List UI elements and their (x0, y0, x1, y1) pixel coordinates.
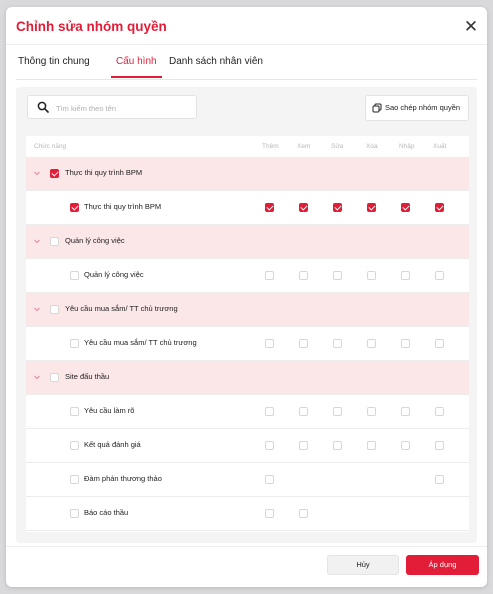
permission-checkbox-view[interactable] (299, 339, 308, 348)
table-row: Quản lý công việc (26, 259, 469, 293)
permission-checkbox-delete[interactable] (367, 271, 376, 280)
group-row: Quản lý công việc (26, 225, 469, 259)
header-export: Xuất (433, 143, 447, 150)
modal-title: Chỉnh sửa nhóm quyền (16, 19, 167, 34)
header-edit: Sửa (331, 143, 344, 150)
chevron-down-icon[interactable] (32, 304, 42, 314)
row-label: Kết quả đánh giá (84, 440, 141, 449)
permission-checkbox-edit[interactable] (333, 441, 342, 450)
row-checkbox[interactable] (70, 475, 79, 484)
group-label: Site đấu thầu (65, 372, 110, 381)
table-row: Kết quả đánh giá (26, 429, 469, 463)
row-label: Thực thi quy trình BPM (84, 202, 162, 211)
permission-checkbox-export[interactable] (435, 339, 444, 348)
permission-checkbox-import[interactable] (401, 441, 410, 450)
permission-checkbox-import[interactable] (401, 339, 410, 348)
header-view: Xem (297, 143, 311, 150)
tab-general-info[interactable]: Thông tin chung (18, 56, 90, 67)
edit-permission-group-modal: Chỉnh sửa nhóm quyền ✕ Thông tin chung C… (6, 7, 487, 587)
table-row: Yêu cầu làm rõ (26, 395, 469, 429)
row-checkbox[interactable] (70, 509, 79, 518)
row-checkbox[interactable] (70, 441, 79, 450)
search-icon (37, 101, 49, 113)
search-input[interactable] (54, 99, 194, 117)
row-label: Báo cáo thầu (84, 508, 129, 517)
group-checkbox[interactable] (50, 305, 59, 314)
tab-bar: Thông tin chung Cấu hình Danh sách nhân … (16, 51, 477, 80)
group-row: Yêu cầu mua sắm/ TT chủ trương (26, 293, 469, 327)
permission-checkbox-export[interactable] (435, 271, 444, 280)
table-row: Thực thi quy trình BPM (26, 191, 469, 225)
header-function: Chức năng (34, 143, 67, 150)
permission-checkbox-export[interactable] (435, 407, 444, 416)
row-label: Yêu cầu làm rõ (84, 406, 135, 415)
permission-checkbox-edit[interactable] (333, 339, 342, 348)
permissions-table: Chức năng Thêm Xem Sửa Xóa Nhập Xuất Thự… (26, 136, 469, 532)
row-checkbox[interactable] (70, 339, 79, 348)
header-divider (6, 44, 487, 45)
permission-checkbox-add[interactable] (265, 203, 274, 212)
row-label: Đàm phán thương thảo (84, 474, 162, 483)
group-row: Thực thi quy trình BPM (26, 157, 469, 191)
close-icon[interactable]: ✕ (463, 18, 479, 35)
row-label: Quản lý công việc (84, 270, 144, 279)
chevron-down-icon[interactable] (32, 372, 42, 382)
permission-checkbox-export[interactable] (435, 475, 444, 484)
copy-permission-group-button[interactable]: Sao chép nhóm quyền (365, 95, 469, 121)
permission-checkbox-add[interactable] (265, 407, 274, 416)
row-checkbox[interactable] (70, 271, 79, 280)
table-header: Chức năng Thêm Xem Sửa Xóa Nhập Xuất (26, 136, 469, 157)
group-label: Yêu cầu mua sắm/ TT chủ trương (65, 304, 178, 313)
group-checkbox[interactable] (50, 237, 59, 246)
group-checkbox[interactable] (50, 373, 59, 382)
tab-employee-list[interactable]: Danh sách nhân viên (169, 56, 263, 67)
permission-checkbox-add[interactable] (265, 441, 274, 450)
permission-checkbox-export[interactable] (435, 441, 444, 450)
permission-checkbox-delete[interactable] (367, 441, 376, 450)
permission-checkbox-view[interactable] (299, 271, 308, 280)
group-label: Thực thi quy trình BPM (65, 168, 143, 177)
table-row: Yêu cầu mua sắm/ TT chủ trương (26, 327, 469, 361)
chevron-down-icon[interactable] (32, 236, 42, 246)
table-row: Đàm phán thương thảo (26, 463, 469, 497)
tab-configuration[interactable]: Cấu hình (111, 56, 162, 78)
copy-icon (372, 103, 382, 113)
permission-checkbox-add[interactable] (265, 271, 274, 280)
permission-checkbox-add[interactable] (265, 475, 274, 484)
permission-checkbox-view[interactable] (299, 441, 308, 450)
configuration-panel: Sao chép nhóm quyền Chức năng Thêm Xem S… (16, 87, 477, 543)
apply-button[interactable]: Áp dụng (406, 555, 479, 575)
header-delete: Xóa (366, 143, 378, 150)
chevron-down-icon[interactable] (32, 168, 42, 178)
permission-checkbox-delete[interactable] (367, 407, 376, 416)
permission-checkbox-edit[interactable] (333, 407, 342, 416)
permission-checkbox-import[interactable] (401, 271, 410, 280)
footer-divider (6, 546, 487, 547)
group-checkbox[interactable] (50, 169, 59, 178)
row-checkbox[interactable] (70, 407, 79, 416)
row-label: Yêu cầu mua sắm/ TT chủ trương (84, 338, 197, 347)
table-row: Báo cáo thầu (26, 497, 469, 531)
permission-checkbox-export[interactable] (435, 203, 444, 212)
permission-checkbox-add[interactable] (265, 509, 274, 518)
permission-checkbox-delete[interactable] (367, 203, 376, 212)
cancel-button[interactable]: Hủy (327, 555, 399, 575)
copy-button-label: Sao chép nhóm quyền (385, 103, 461, 112)
permission-checkbox-edit[interactable] (333, 271, 342, 280)
header-add: Thêm (262, 143, 279, 150)
permission-checkbox-view[interactable] (299, 203, 308, 212)
permission-checkbox-import[interactable] (401, 203, 410, 212)
permission-checkbox-import[interactable] (401, 407, 410, 416)
row-checkbox[interactable] (70, 203, 79, 212)
permission-checkbox-view[interactable] (299, 509, 308, 518)
header-import: Nhập (399, 143, 415, 150)
permission-checkbox-delete[interactable] (367, 339, 376, 348)
permission-checkbox-edit[interactable] (333, 203, 342, 212)
search-box (27, 95, 197, 119)
permission-checkbox-view[interactable] (299, 407, 308, 416)
group-label: Quản lý công việc (65, 236, 125, 245)
permission-checkbox-add[interactable] (265, 339, 274, 348)
group-row: Site đấu thầu (26, 361, 469, 395)
